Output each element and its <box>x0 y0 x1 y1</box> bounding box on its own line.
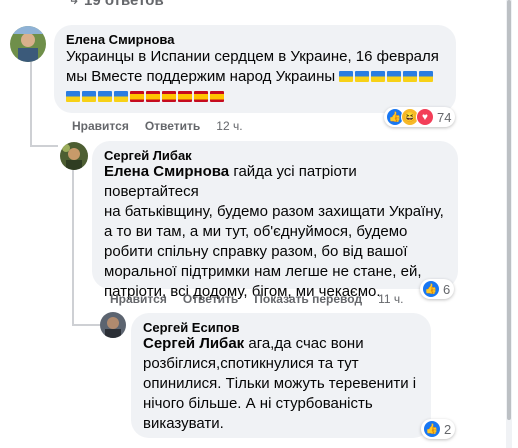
ukraine-flag-icon <box>114 91 128 102</box>
ukraine-flag-icon <box>371 71 386 82</box>
avatar[interactable] <box>100 312 126 338</box>
thread-line <box>72 324 100 326</box>
avatar[interactable] <box>10 26 46 62</box>
reaction-count: 74 <box>437 109 452 125</box>
reply-button[interactable]: Ответить <box>183 292 238 306</box>
show-translation-button[interactable]: Показать перевод <box>254 292 362 306</box>
ukraine-flag-icon <box>82 91 96 102</box>
love-icon: ♥ <box>416 108 434 126</box>
view-replies-link[interactable]: ↳ 19 ответов <box>44 0 504 10</box>
comment-actions: Нравится Ответить 12 ч. <box>72 119 259 133</box>
ukraine-flag-icon <box>387 71 402 82</box>
comment-text: Сергей Либак ага,да счас вони розбіглися… <box>143 335 417 432</box>
thread-line <box>30 145 58 147</box>
spain-flag-icon <box>146 91 160 102</box>
ukraine-flag-icon <box>403 71 418 82</box>
ukraine-flag-icon <box>419 71 434 82</box>
thread-line <box>30 60 32 145</box>
comment-author[interactable]: Сергей Есипов <box>143 320 239 335</box>
timestamp[interactable]: 11 ч. <box>378 292 403 306</box>
ukraine-flag-icon <box>66 91 80 102</box>
scrollbar-thumb[interactable] <box>507 0 511 420</box>
spain-flag-icon <box>210 91 224 102</box>
thread-line <box>72 170 74 325</box>
like-button[interactable]: Нравится <box>72 119 129 133</box>
reactions-summary[interactable]: 👍 6 <box>420 279 455 299</box>
comment-author[interactable]: Сергей Либак <box>104 148 192 163</box>
avatar[interactable] <box>60 142 88 170</box>
comment-actions: Нравится Ответить Показать перевод 11 ч. <box>110 292 419 306</box>
spain-flag-icon <box>194 91 208 102</box>
like-icon: 👍 <box>422 280 440 298</box>
comment-text: Украинцы в Испании сердцем в Украине, 16… <box>66 47 451 107</box>
reply-button[interactable]: Ответить <box>145 119 200 133</box>
spain-flag-icon <box>130 91 144 102</box>
reactions-summary[interactable]: 👍 2 <box>421 419 456 439</box>
ukraine-flag-icon <box>355 71 370 82</box>
like-icon: 👍 <box>423 420 441 438</box>
like-button[interactable]: Нравится <box>110 292 167 306</box>
spain-flag-icon <box>178 91 192 102</box>
ukraine-flag-icon <box>98 91 112 102</box>
comment-author[interactable]: Елена Смирнова <box>66 32 174 47</box>
mention-link[interactable]: Сергей Либак <box>143 335 244 352</box>
spain-flag-icon <box>162 91 176 102</box>
emoji-flags <box>66 87 451 107</box>
reaction-count: 6 <box>443 281 451 297</box>
reply-arrow-icon: ↳ <box>68 0 80 8</box>
mention-link[interactable]: Елена Смирнова <box>104 163 229 180</box>
reaction-count: 2 <box>444 421 452 437</box>
comment-text: Елена Смирнова гайда усі патріоти поверт… <box>104 163 444 300</box>
timestamp[interactable]: 12 ч. <box>216 119 242 133</box>
emoji-flags <box>339 68 435 85</box>
ukraine-flag-icon <box>339 71 354 82</box>
reactions-summary[interactable]: 👍 😆 ♥ 74 <box>384 107 456 127</box>
